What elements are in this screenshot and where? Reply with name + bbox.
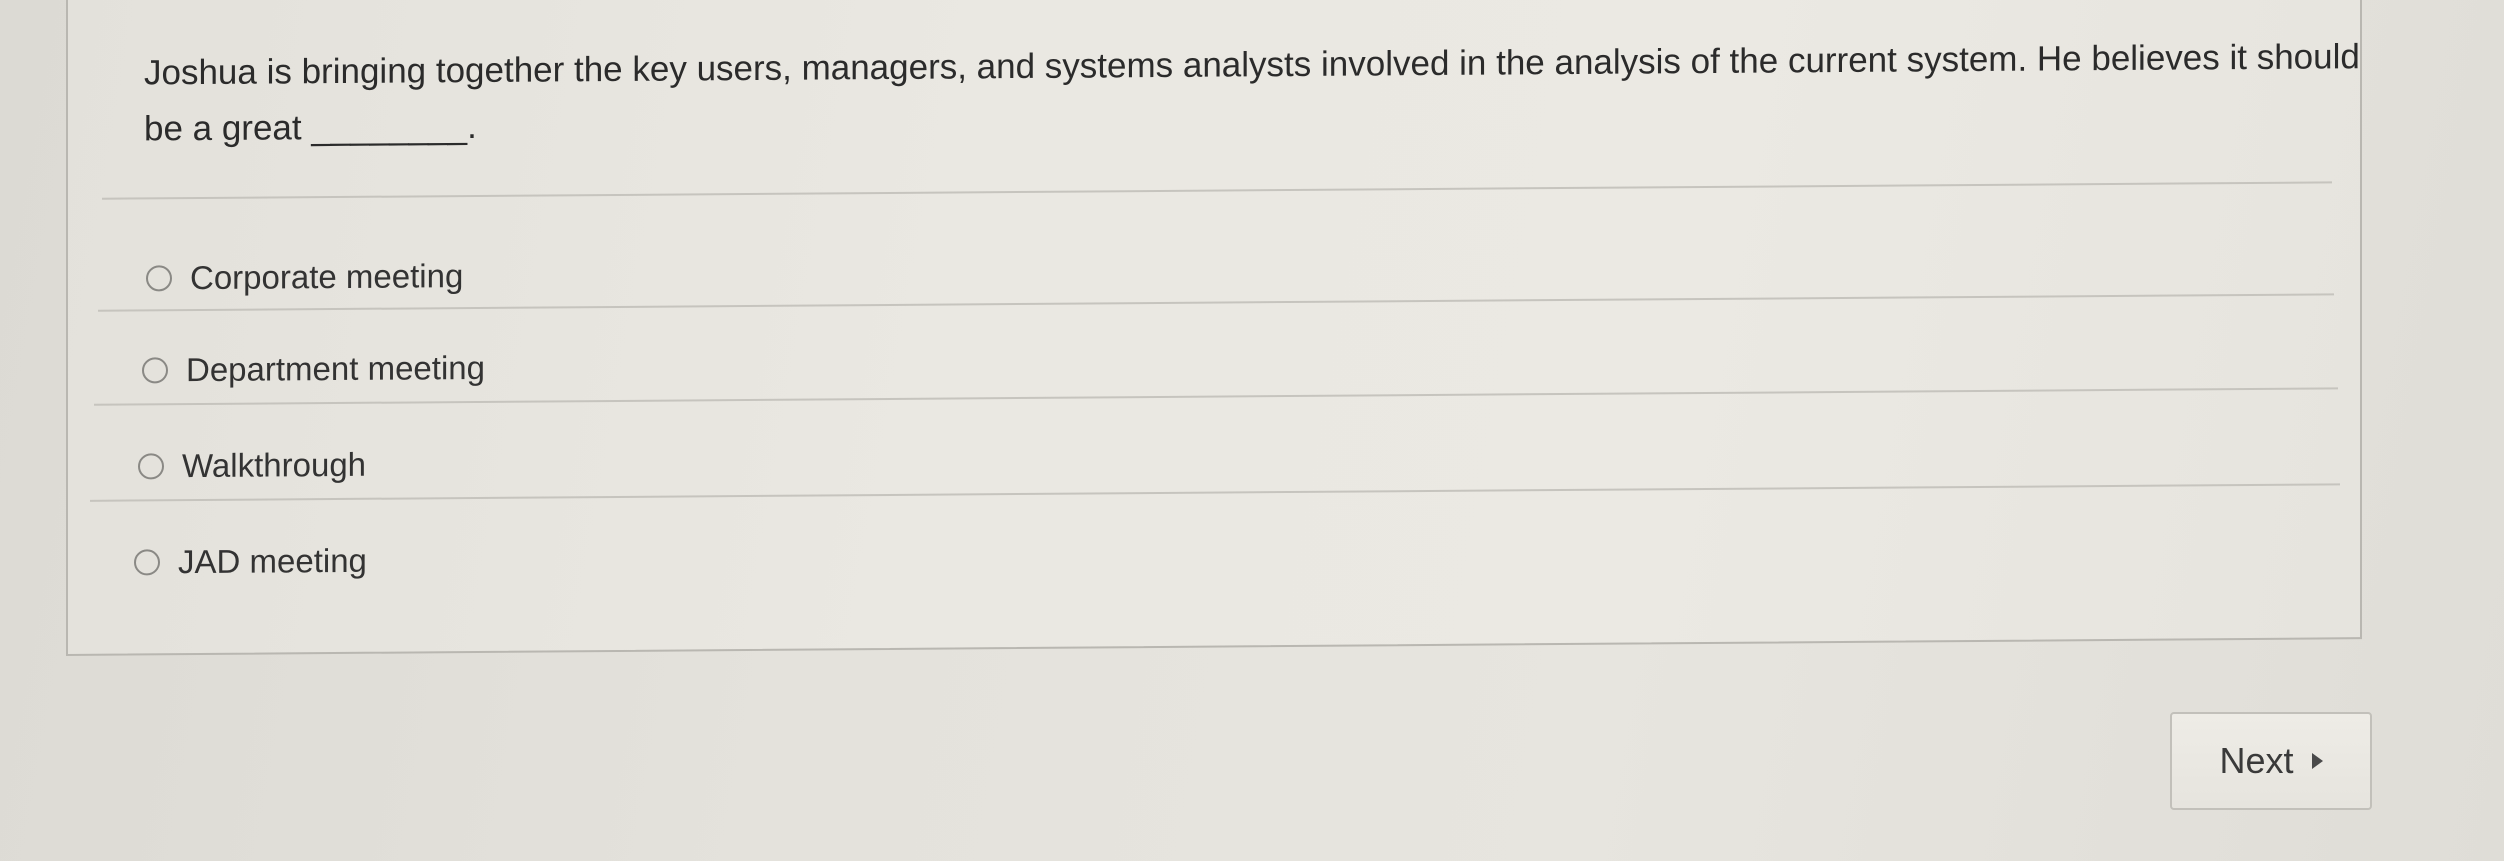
option-label: Walkthrough [182, 445, 367, 485]
triangle-right-icon [2311, 753, 2323, 769]
radio-button[interactable] [138, 453, 164, 480]
next-button-label: Next [2219, 740, 2294, 781]
radio-button[interactable] [142, 357, 168, 384]
option-jad-meeting[interactable]: JAD meeting [134, 536, 367, 588]
option-label: Department meeting [186, 348, 485, 389]
question-text: Joshua is bringing together the key user… [144, 37, 2360, 149]
radio-button[interactable] [134, 549, 160, 576]
option-corporate-meeting[interactable]: Corporate meeting [146, 251, 463, 303]
option-divider [90, 483, 2340, 502]
option-department-meeting[interactable]: Department meeting [142, 343, 485, 396]
option-label: Corporate meeting [190, 257, 464, 297]
radio-button[interactable] [146, 265, 172, 292]
next-button[interactable]: Next [2170, 712, 2372, 810]
question-card: Joshua is bringing together the key user… [66, 0, 2362, 657]
option-walkthrough[interactable]: Walkthrough [138, 440, 366, 492]
question-divider [102, 181, 2332, 200]
option-label: JAD meeting [178, 541, 367, 581]
